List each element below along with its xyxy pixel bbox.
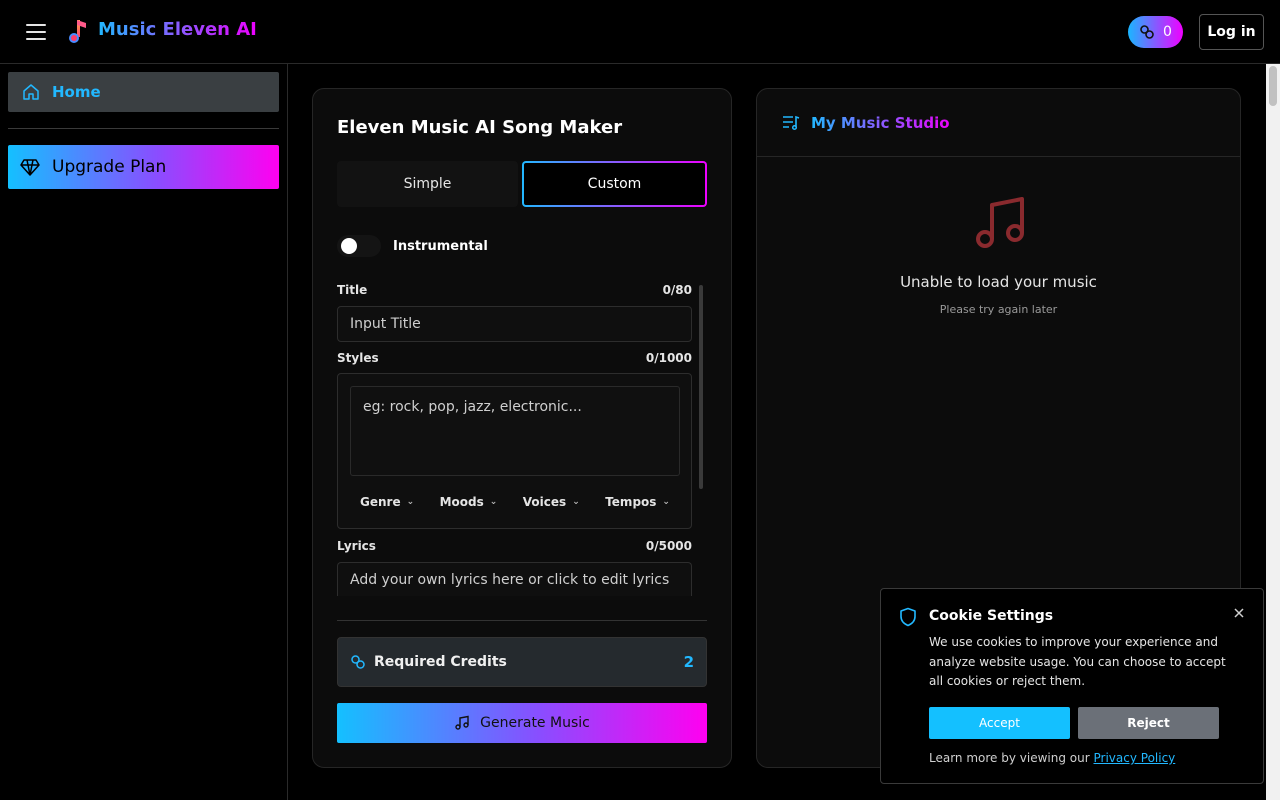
styles-label: Styles [337, 351, 379, 365]
close-icon[interactable] [1231, 605, 1247, 621]
genre-dropdown[interactable]: Genre ⌄ [350, 486, 424, 518]
sidebar-divider [8, 128, 279, 129]
instrumental-row: Instrumental [337, 235, 488, 257]
required-credits-label: Required Credits [374, 654, 507, 670]
studio-title: My Music Studio [811, 113, 950, 132]
mode-tabs: Simple Custom [337, 161, 707, 207]
chevron-down-icon: ⌄ [662, 497, 670, 507]
diamond-icon [20, 159, 40, 176]
lyrics-input[interactable]: Add your own lyrics here or click to edi… [337, 562, 692, 596]
login-button[interactable]: Log in [1199, 14, 1264, 50]
form-scrollbar[interactable] [699, 285, 703, 489]
instrumental-label: Instrumental [393, 238, 488, 254]
brand-name[interactable]: Music Eleven AI [98, 19, 257, 40]
upgrade-plan-button[interactable]: Upgrade Plan [8, 145, 279, 189]
tab-simple[interactable]: Simple [337, 161, 518, 207]
cookie-title: Cookie Settings [929, 608, 1054, 624]
cookie-learn-more: Learn more by viewing our Privacy Policy [929, 751, 1175, 765]
link-credits-icon [351, 655, 365, 669]
title-label: Title [337, 283, 368, 297]
privacy-policy-link[interactable]: Privacy Policy [1094, 751, 1176, 765]
sidebar-item-home[interactable]: Home [8, 72, 279, 112]
voices-label: Voices [522, 495, 567, 509]
menu-icon[interactable] [26, 24, 46, 40]
genre-label: Genre [360, 495, 401, 509]
top-header: Music Eleven AI 0 Log in [0, 0, 1280, 64]
lyrics-label: Lyrics [337, 539, 376, 553]
credits-badge[interactable]: 0 [1128, 16, 1183, 48]
music-note-icon [455, 715, 469, 730]
empty-state-subtitle: Please try again later [939, 303, 1058, 316]
page-scrollbar[interactable] [1266, 64, 1280, 800]
accept-cookies-button[interactable]: Accept [929, 707, 1070, 739]
styles-textarea[interactable]: eg: rock, pop, jazz, electronic... [350, 386, 680, 476]
voices-dropdown[interactable]: Voices ⌄ [513, 486, 590, 518]
title-input[interactable]: Input Title [337, 306, 692, 342]
scrollbar-thumb[interactable] [1269, 66, 1277, 106]
tab-custom[interactable]: Custom [522, 161, 707, 207]
required-credits-row: Required Credits 2 [337, 637, 707, 687]
cookie-description: We use cookies to improve your experienc… [929, 635, 1226, 688]
title-counter: 0/80 [662, 283, 692, 297]
learn-more-text: Learn more by viewing our [929, 751, 1090, 765]
chevron-down-icon: ⌄ [572, 497, 580, 507]
sidebar: Home Upgrade Plan [0, 64, 288, 800]
music-note-icon [976, 197, 1024, 248]
lyrics-counter: 0/5000 [645, 539, 692, 553]
form-divider [337, 620, 707, 621]
playlist-icon [783, 115, 800, 130]
song-maker-panel: Eleven Music AI Song Maker Simple Custom… [312, 88, 732, 768]
sidebar-item-label: Home [52, 83, 101, 101]
studio-header: My Music Studio [757, 89, 1240, 157]
link-credits-icon [1140, 25, 1154, 39]
home-icon [23, 84, 39, 100]
generate-music-label: Generate Music [480, 715, 590, 731]
music-note-logo-icon [69, 20, 86, 43]
instrumental-toggle[interactable] [337, 235, 381, 257]
page-title: Eleven Music AI Song Maker [337, 117, 623, 138]
chevron-down-icon: ⌄ [489, 497, 498, 507]
required-credits-value: 2 [683, 653, 694, 671]
credits-count: 0 [1163, 24, 1172, 40]
style-chips: Genre ⌄ Moods ⌄ Voices ⌄ Tempos ⌄ [350, 486, 680, 518]
cookie-dialog: Cookie Settings We use cookies to improv… [880, 588, 1264, 784]
moods-dropdown[interactable]: Moods ⌄ [430, 486, 508, 518]
reject-cookies-button[interactable]: Reject [1078, 707, 1219, 739]
tempos-dropdown[interactable]: Tempos ⌄ [595, 486, 680, 518]
generate-music-button[interactable]: Generate Music [337, 703, 707, 743]
styles-container: eg: rock, pop, jazz, electronic... Genre… [337, 373, 692, 529]
upgrade-plan-label: Upgrade Plan [52, 157, 167, 177]
styles-counter: 0/1000 [645, 351, 692, 365]
moods-label: Moods [439, 495, 484, 509]
tempos-label: Tempos [605, 495, 657, 509]
chevron-down-icon: ⌄ [406, 497, 415, 507]
shield-icon [900, 607, 916, 627]
empty-state-title: Unable to load your music [900, 273, 1097, 291]
